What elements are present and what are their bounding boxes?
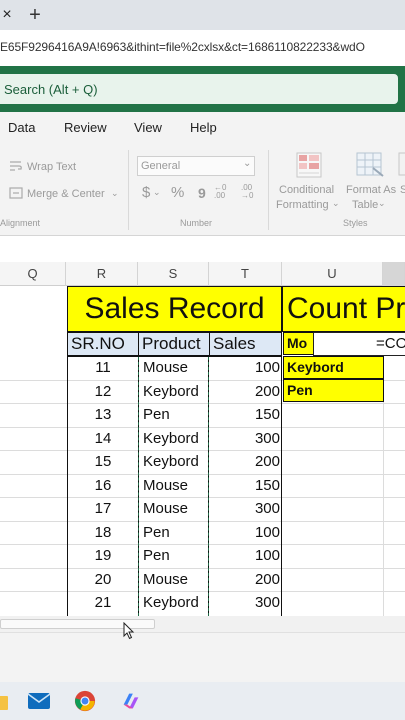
conditional-formatting-icon <box>296 152 322 178</box>
formula-entry-cell[interactable]: =CO <box>313 332 405 356</box>
taskbar <box>0 682 405 720</box>
cell-srno[interactable]: 21 <box>67 592 139 615</box>
cell-srno[interactable]: 20 <box>67 569 139 592</box>
styles-group-label: Styles <box>343 218 368 228</box>
format-as-table-label-2[interactable]: Table <box>352 199 378 211</box>
search-placeholder: Search (Alt + Q) <box>4 82 98 97</box>
format-as-table-button[interactable]: Format As <box>346 184 396 196</box>
cell-srno[interactable]: 13 <box>67 404 139 427</box>
header-product[interactable]: Product <box>138 332 210 356</box>
column-header-v[interactable] <box>383 262 405 286</box>
wrap-text-button[interactable]: Wrap Text <box>27 161 76 173</box>
cell-srno[interactable]: 17 <box>67 498 139 521</box>
chevron-down-icon[interactable]: ⌄ <box>111 188 119 199</box>
copilot-icon[interactable] <box>119 690 143 712</box>
cell-srno[interactable]: 19 <box>67 545 139 568</box>
number-format-dropdown[interactable]: General ⌄ <box>137 156 255 176</box>
count-item-pen[interactable]: Pen <box>283 379 384 402</box>
merge-center-button[interactable]: Merge & Center <box>27 188 105 200</box>
merge-center-icon <box>9 187 23 199</box>
cell-sales[interactable]: 300 <box>209 592 282 615</box>
alignment-group-label: Alignment <box>0 218 41 228</box>
format-as-table-icon <box>356 152 384 177</box>
count-product-title[interactable]: Count Pr <box>282 286 405 332</box>
ribbon-separator <box>268 150 269 230</box>
new-tab-button[interactable]: + <box>26 3 44 27</box>
chrome-icon[interactable] <box>73 690 97 712</box>
cell-sales[interactable]: 150 <box>209 475 282 498</box>
cell-styles-button[interactable]: S <box>400 184 405 196</box>
number-format-value: General <box>141 160 181 172</box>
conditional-formatting-button[interactable]: Conditional <box>279 184 334 196</box>
close-tab-icon[interactable]: × <box>0 4 14 26</box>
tab-help[interactable]: Help <box>190 120 217 135</box>
header-srno[interactable]: SR.NO <box>67 332 139 356</box>
tab-review[interactable]: Review <box>64 120 107 135</box>
increase-decimal-button[interactable]: ←0 .00 <box>214 184 228 200</box>
sales-record-title[interactable]: Sales Record <box>67 286 282 332</box>
cell-sales[interactable]: 300 <box>209 428 282 451</box>
chevron-down-icon[interactable]: ⌄ <box>332 198 340 209</box>
cell-srno[interactable]: 14 <box>67 428 139 451</box>
column-headers: Q R S T U <box>0 262 405 286</box>
cell-srno[interactable]: 18 <box>67 522 139 545</box>
cell-sales[interactable]: 300 <box>209 498 282 521</box>
tab-view[interactable]: View <box>134 120 162 135</box>
tab-data[interactable]: Data <box>8 120 35 135</box>
cell-sales[interactable]: 100 <box>209 522 282 545</box>
cell-sales[interactable]: 150 <box>209 404 282 427</box>
column-header-u[interactable]: U <box>282 262 383 286</box>
cell-sales[interactable]: 200 <box>209 381 282 404</box>
conditional-formatting-label-2[interactable]: Formatting <box>276 199 329 211</box>
mail-icon[interactable] <box>27 690 51 712</box>
spreadsheet-grid[interactable]: Sales Record Count Pr SR.NO Product Sale… <box>0 286 405 616</box>
mouse-cursor-icon <box>123 622 135 640</box>
percent-button[interactable]: % <box>171 184 184 201</box>
browser-tab-strip: × + <box>0 0 405 30</box>
column-header-r[interactable]: R <box>66 262 138 286</box>
column-header-s[interactable]: S <box>138 262 209 286</box>
excel-title-bar: Search (Alt + Q) <box>0 66 405 112</box>
cell-sales[interactable]: 100 <box>209 545 282 568</box>
search-box[interactable]: Search (Alt + Q) <box>0 74 398 104</box>
column-header-t[interactable]: T <box>209 262 282 286</box>
ribbon: Wrap Text Merge & Center ⌄ Alignment Gen… <box>0 144 405 236</box>
address-bar[interactable]: E65F9296416A9A!6963&ithint=file%2cxlsx&c… <box>0 30 405 66</box>
copy-marquee-selection <box>138 357 209 616</box>
cell-srno[interactable]: 11 <box>67 357 139 380</box>
cell-sales[interactable]: 200 <box>209 569 282 592</box>
cell-sales[interactable]: 200 <box>209 451 282 474</box>
cell-srno[interactable]: 16 <box>67 475 139 498</box>
chevron-down-icon[interactable]: ⌄ <box>378 198 386 209</box>
horizontal-scrollbar[interactable] <box>0 616 405 632</box>
wrap-text-icon <box>10 161 22 171</box>
chevron-down-icon: ⌄ <box>243 158 252 169</box>
number-group-label: Number <box>180 218 213 228</box>
column-header-q[interactable]: Q <box>0 262 66 286</box>
header-sales[interactable]: Sales <box>209 332 282 356</box>
decrease-decimal-button[interactable]: .00 →0 <box>241 184 255 200</box>
url-text[interactable]: E65F9296416A9A!6963&ithint=file%2cxlsx&c… <box>0 40 365 54</box>
currency-button[interactable]: $ <box>142 184 150 201</box>
cell-srno[interactable]: 15 <box>67 451 139 474</box>
count-item-keybord[interactable]: Keybord <box>283 356 384 379</box>
status-bar <box>0 632 405 682</box>
ribbon-tabs: Data Review View Help <box>0 112 405 144</box>
cell-srno[interactable]: 12 <box>67 381 139 404</box>
cell-sales[interactable]: 100 <box>209 357 282 380</box>
cell-styles-icon[interactable] <box>398 152 405 178</box>
comma-style-button[interactable]: 9 <box>198 185 206 201</box>
file-explorer-icon[interactable] <box>0 690 10 712</box>
chevron-down-icon[interactable]: ⌄ <box>153 187 161 198</box>
ribbon-separator <box>128 150 129 230</box>
